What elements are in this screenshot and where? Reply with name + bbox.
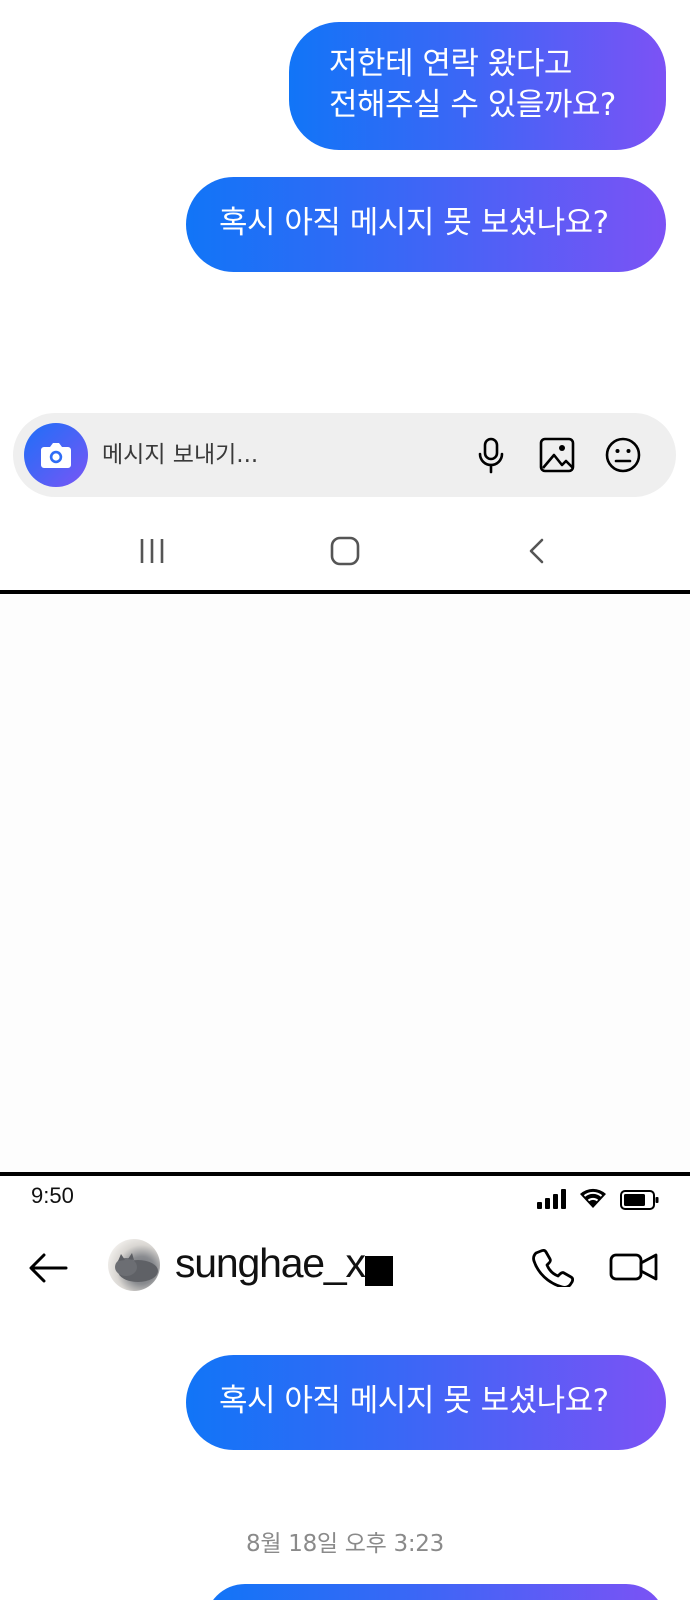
recents-icon[interactable]	[132, 533, 172, 569]
message-composer	[13, 413, 676, 497]
blank-area	[0, 595, 690, 1173]
home-icon[interactable]	[325, 533, 365, 569]
divider	[0, 1172, 690, 1176]
camera-button[interactable]	[24, 423, 88, 487]
battery-icon	[620, 1190, 659, 1210]
chat-username[interactable]: sunghae_x	[175, 1240, 366, 1287]
arrow-left-icon[interactable]	[26, 1250, 70, 1286]
message-text-line: 혹시 아직 메시지 못 보셨나요?	[219, 205, 609, 241]
phone-icon[interactable]	[530, 1247, 574, 1287]
message-timestamp: 8월 18일 오후 3:23	[246, 1531, 444, 1557]
emoji-icon[interactable]	[603, 435, 643, 475]
divider	[0, 590, 690, 594]
message-input[interactable]	[102, 437, 442, 473]
system-navigation-bar	[0, 518, 690, 584]
cat-photo-icon	[115, 1253, 158, 1282]
message-text-line: 전해주실 수 있을까요?	[329, 87, 616, 123]
camera-icon	[41, 443, 71, 468]
outgoing-message-bubble[interactable]: 혹시 아직 메시지 못 보셨나요?	[186, 1355, 666, 1450]
avatar[interactable]	[108, 1239, 160, 1291]
message-text-line: 저한테 연락 왔다고	[329, 46, 572, 82]
chevron-left-icon[interactable]	[518, 533, 558, 569]
wifi-icon	[580, 1188, 606, 1208]
image-icon[interactable]	[537, 435, 577, 475]
outgoing-message-bubble[interactable]	[205, 1584, 666, 1600]
outgoing-message-bubble[interactable]: 저한테 연락 왔다고 전해주실 수 있을까요?	[289, 22, 666, 150]
message-text-line: 혹시 아직 메시지 못 보셨나요?	[219, 1383, 609, 1419]
video-camera-icon[interactable]	[608, 1247, 660, 1287]
redaction-box	[365, 1256, 393, 1286]
status-time: 9:50	[31, 1183, 74, 1208]
microphone-icon[interactable]	[471, 435, 511, 475]
signal-icon	[537, 1189, 566, 1209]
outgoing-message-bubble[interactable]: 혹시 아직 메시지 못 보셨나요?	[186, 177, 666, 272]
